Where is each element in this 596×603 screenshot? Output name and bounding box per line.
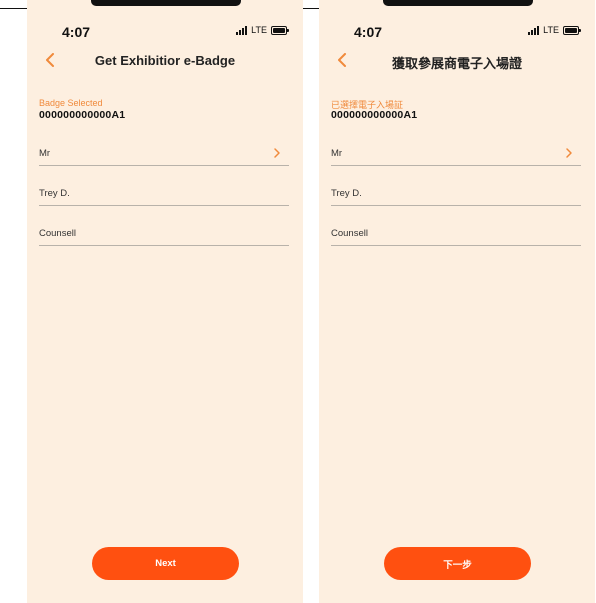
last-name-field[interactable]: Counsell [39,223,289,246]
next-button[interactable]: 下一步 [384,547,531,580]
salutation-select[interactable]: Mr [331,143,581,166]
device-notch [91,0,241,6]
device-notch [383,0,533,6]
phone-screen-english: 4:07 LTE Get Exhibitior e-Badge Badge Se… [27,0,303,603]
badge-number: 000000000000A1 [39,109,126,121]
last-name-field[interactable]: Counsell [331,223,581,246]
first-name-value: Trey D. [39,188,70,199]
signal-icon [236,25,248,35]
battery-icon [271,25,289,35]
status-time: 4:07 [354,24,383,40]
phone-screen-chinese: 4:07 LTE 獲取參展商電子入場證 已選擇電子入場証 00000000000… [319,0,595,603]
signal-icon [528,25,540,35]
first-name-field[interactable]: Trey D. [331,183,581,206]
status-icons: LTE [528,25,581,35]
badge-number: 000000000000A1 [331,109,418,121]
network-type: LTE [543,25,559,35]
chevron-left-icon [46,53,54,67]
chevron-right-icon [566,148,572,158]
page-title: Get Exhibitior e-Badge [94,53,236,68]
salutation-value: Mr [331,148,343,159]
first-name-field[interactable]: Trey D. [39,183,289,206]
network-type: LTE [251,25,267,35]
first-name-value: Trey D. [331,188,362,199]
last-name-value: Counsell [331,228,368,239]
next-button[interactable]: Next [92,547,239,580]
salutation-value: Mr [39,148,51,159]
badge-selected-label: Badge Selected [39,98,103,108]
divider-line [303,8,319,9]
status-time: 4:07 [62,24,91,40]
chevron-left-icon [338,53,346,67]
divider-line [0,8,27,9]
salutation-select[interactable]: Mr [39,143,289,166]
last-name-value: Counsell [39,228,76,239]
battery-icon [563,25,581,35]
status-icons: LTE [236,25,289,35]
chevron-right-icon [274,148,280,158]
page-title: 獲取參展商電子入場證 [391,56,522,71]
